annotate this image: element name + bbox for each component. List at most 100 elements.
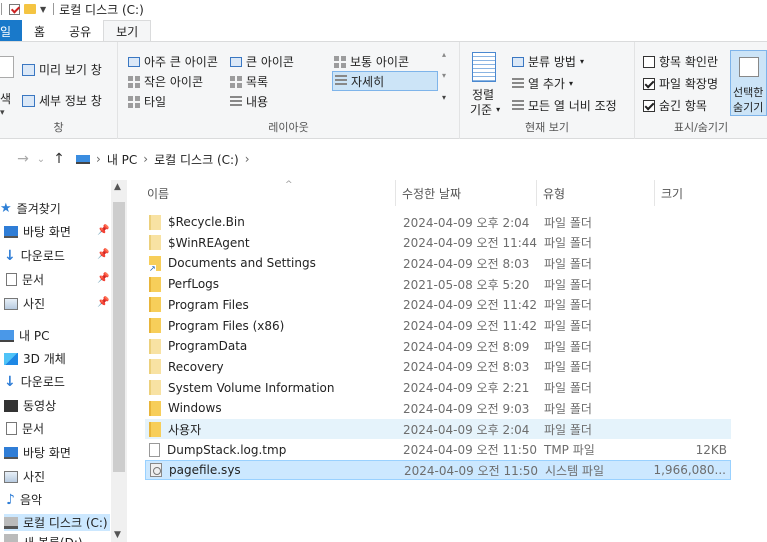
table-row[interactable]: Program Files 2024-04-09 오전 11:42 파일 폴더: [145, 295, 731, 315]
nav-item-downloads[interactable]: ↓ 다운로드: [4, 373, 65, 390]
layout-small-icons[interactable]: 작은 아이콘: [128, 73, 203, 90]
table-row[interactable]: Program Files (x86) 2024-04-09 오전 11:42 파일…: [145, 316, 731, 336]
table-row[interactable]: Documents and Settings 2024-04-09 오전 8:03…: [145, 253, 731, 273]
fit-columns-button[interactable]: 모든 열 너비 조정: [512, 97, 617, 114]
table-row[interactable]: System Volume Information 2024-04-09 오후 2…: [145, 378, 731, 398]
pin-icon[interactable]: 📌: [97, 273, 109, 284]
column-header-size[interactable]: 크기: [661, 185, 683, 202]
tab-share[interactable]: 공유: [57, 20, 103, 42]
back-arrow-icon[interactable]: →: [14, 151, 32, 167]
tab-home[interactable]: 홈: [22, 20, 57, 42]
table-row[interactable]: Windows 2024-04-09 오전 9:03 파일 폴더: [145, 398, 731, 418]
group-by-button[interactable]: 분류 방법 ▾: [512, 53, 584, 70]
column-divider[interactable]: [395, 180, 396, 206]
file-name: pagefile.sys: [169, 463, 241, 478]
ribbon-group-pane-label: 창: [53, 121, 64, 134]
nav-item-music[interactable]: ♪ 음악: [6, 491, 42, 508]
breadcrumb-separator-icon[interactable]: ›: [96, 152, 101, 166]
details-pane-button[interactable]: 세부 정보 창: [22, 92, 102, 109]
layout-medium-icons[interactable]: 보통 아이콘: [334, 53, 409, 70]
nav-item-local-disk[interactable]: 로컬 디스크 (C:): [4, 514, 110, 531]
breadcrumb-separator-icon[interactable]: ›: [143, 152, 148, 166]
tab-home-label: 홈: [34, 24, 46, 39]
details-pane-icon: [22, 94, 35, 107]
table-row[interactable]: 사용자 2024-04-09 오후 2:04 파일 폴더: [145, 419, 731, 439]
nav-item-this-pc[interactable]: 내 PC: [0, 327, 49, 344]
properties-icon[interactable]: [9, 3, 20, 15]
scroll-down-arrow-icon[interactable]: ▼: [114, 530, 121, 540]
hidden-items-toggle[interactable]: 숨긴 항목: [643, 97, 707, 114]
layout-tiles[interactable]: 타일: [128, 93, 166, 110]
nav-pane-scrollbar-thumb[interactable]: [113, 202, 125, 472]
layout-large-icons[interactable]: 큰 아이콘: [230, 53, 294, 70]
column-divider[interactable]: [654, 180, 655, 206]
breadcrumb[interactable]: › 내 PC › 로컬 디스크 (C:) ›: [76, 151, 250, 168]
pin-icon[interactable]: 📌: [97, 297, 109, 308]
customize-toolbar-dropdown-icon[interactable]: ▼: [40, 5, 46, 14]
table-row[interactable]: $Recycle.Bin 2024-04-09 오후 2:04 파일 폴더: [145, 212, 731, 232]
breadcrumb-separator-icon[interactable]: ›: [245, 152, 250, 166]
navigation-pane-button-partial[interactable]: 색: [0, 90, 11, 107]
column-header-date[interactable]: 수정한 날짜: [402, 185, 461, 202]
nav-item-documents-quick[interactable]: 문서: [6, 271, 44, 288]
layout-label-4: 목록: [246, 75, 269, 89]
column-header-type[interactable]: 유형: [543, 185, 565, 202]
hide-selected-button[interactable]: 선택한 숨기기: [730, 50, 767, 116]
layout-scroll-down-icon[interactable]: ▾: [442, 71, 446, 80]
pin-icon[interactable]: 📌: [97, 225, 109, 236]
breadcrumb-item-local-disk[interactable]: 로컬 디스크 (C:): [154, 151, 239, 168]
nav-item-desktop[interactable]: 바탕 화면: [4, 444, 71, 461]
file-name: PerfLogs: [168, 277, 220, 292]
nav-item-videos[interactable]: 동영상: [4, 397, 56, 414]
tab-view[interactable]: 보기: [103, 20, 152, 42]
layout-details[interactable]: 자세히: [332, 71, 438, 91]
item-checkboxes-checkbox[interactable]: [643, 55, 655, 68]
navigation-pane-dropdown-icon[interactable]: ▾: [0, 108, 5, 118]
nav-pane-scrollbar[interactable]: ▲ ▼: [111, 180, 127, 542]
star-icon: ★: [0, 201, 12, 216]
sort-by-icon[interactable]: [472, 52, 496, 82]
recent-locations-chevron-icon[interactable]: ⌄: [32, 154, 50, 165]
table-row[interactable]: DumpStack.log.tmp 2024-04-09 오전 11:50 TMP …: [145, 440, 731, 460]
tab-file[interactable]: 일: [0, 20, 22, 42]
nav-item-3d-objects[interactable]: 3D 개체: [4, 350, 66, 367]
table-row[interactable]: PerfLogs 2021-05-08 오후 5:20 파일 폴더: [145, 274, 731, 294]
tiles-icon: [128, 95, 140, 108]
sort-by-button-line2[interactable]: 기준 ▾: [470, 101, 500, 118]
layout-scroll-up-icon[interactable]: ▴: [442, 50, 446, 59]
table-row[interactable]: $WinREAgent 2024-04-09 오전 11:44 파일 폴더: [145, 233, 731, 253]
new-folder-icon[interactable]: [24, 4, 36, 14]
nav-item-desktop-quick[interactable]: 바탕 화면: [4, 223, 71, 240]
file-extensions-checkbox[interactable]: [643, 77, 655, 90]
file-extensions-toggle[interactable]: 파일 확장명: [643, 75, 718, 92]
scroll-up-arrow-icon[interactable]: ▲: [114, 182, 121, 192]
hidden-items-checkbox[interactable]: [643, 99, 655, 112]
nav-item-new-volume-partial[interactable]: 새 볼륨(D:): [4, 534, 83, 542]
column-header-name[interactable]: ^ 이름: [147, 180, 293, 202]
folder-icon: [149, 297, 161, 313]
layout-extra-large-icons[interactable]: 아주 큰 아이콘: [128, 53, 218, 70]
navigation-pane-icon[interactable]: [0, 56, 14, 78]
nav-item-documents[interactable]: 문서: [6, 420, 44, 437]
layout-expand-icon[interactable]: ▾: [442, 93, 446, 102]
column-divider[interactable]: [536, 180, 537, 206]
up-arrow-icon[interactable]: ↑: [50, 151, 68, 167]
layout-content[interactable]: 내용: [230, 93, 268, 110]
nav-item-quick-access[interactable]: ★ 즐겨찾기: [0, 200, 61, 217]
item-checkboxes-toggle[interactable]: 항목 확인란: [643, 53, 718, 70]
add-column-button[interactable]: 열 추가 ▾: [512, 75, 573, 92]
breadcrumb-item-this-pc[interactable]: 내 PC: [107, 151, 137, 168]
nav-item-downloads-quick[interactable]: ↓ 다운로드: [4, 247, 65, 264]
table-row[interactable]: ProgramData 2024-04-09 오전 8:09 파일 폴더: [145, 336, 731, 356]
file-type: 파일 폴더: [544, 360, 592, 375]
table-row[interactable]: pagefile.sys 2024-04-09 오전 11:50 시스템 파일 1,9…: [145, 460, 731, 481]
pin-icon[interactable]: 📌: [97, 249, 109, 260]
table-row[interactable]: Recovery 2024-04-09 오전 8:03 파일 폴더: [145, 357, 731, 377]
ribbon-group-layout-label: 레이아웃: [268, 121, 309, 134]
nav-label: 바탕 화면: [23, 446, 71, 460]
preview-pane-button[interactable]: 미리 보기 창: [22, 61, 102, 78]
layout-list[interactable]: 목록: [230, 73, 268, 90]
nav-item-pictures-quick[interactable]: 사진: [4, 295, 45, 312]
nav-item-pictures[interactable]: 사진: [4, 468, 45, 485]
file-size: 12KB: [695, 442, 727, 457]
